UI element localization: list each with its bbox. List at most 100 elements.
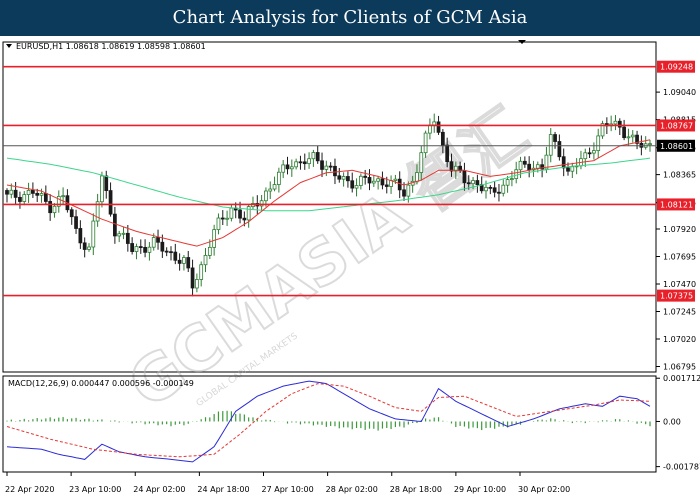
candle xyxy=(440,131,445,146)
macd-tick-label: 0.001712 xyxy=(663,374,700,383)
candle xyxy=(445,144,450,163)
candle xyxy=(268,188,273,192)
candle xyxy=(363,175,368,178)
candle xyxy=(557,141,562,158)
candle xyxy=(246,206,251,221)
candle xyxy=(281,164,286,173)
price-tick-label: 1.07695 xyxy=(663,253,696,262)
candle xyxy=(380,178,385,186)
macd-tick-label: 0.00 xyxy=(663,417,681,426)
candle xyxy=(108,190,113,215)
time-tick-label: 30 Apr 02:00 xyxy=(518,485,570,494)
candle xyxy=(82,242,87,250)
candle xyxy=(61,195,65,198)
candle xyxy=(415,172,419,182)
candle xyxy=(648,143,652,146)
candle xyxy=(74,216,78,229)
candle xyxy=(272,184,277,190)
candle xyxy=(436,121,441,133)
time-tick-label: 28 Apr 18:00 xyxy=(390,485,442,494)
level-tag-label: 1.08121 xyxy=(660,200,693,209)
candle xyxy=(324,165,329,170)
candle xyxy=(423,132,428,154)
candle xyxy=(13,189,18,198)
candle xyxy=(143,246,147,253)
candle xyxy=(35,192,40,196)
candle xyxy=(475,180,480,186)
time-tick-label: 27 Apr 10:00 xyxy=(262,485,314,494)
signal-line xyxy=(6,383,651,458)
time-tick-label: 24 Apr 02:00 xyxy=(133,485,185,494)
candle xyxy=(78,228,83,244)
candle xyxy=(397,178,402,191)
chart-area: GCMASIA 智汇GLOBAL CAPITAL MARKETS1.090401… xyxy=(2,40,700,494)
candle xyxy=(449,161,454,172)
macd-tick-label: -0.001787 xyxy=(663,463,700,472)
candle xyxy=(100,175,104,203)
macd-label: MACD(12,26,9) 0.000447 0.000596 -0.00014… xyxy=(8,379,194,388)
current-price-label: 1.08601 xyxy=(660,142,693,151)
price-tick-label: 1.07470 xyxy=(663,280,696,289)
candle xyxy=(307,158,311,165)
candle xyxy=(26,189,31,195)
candle xyxy=(522,160,527,165)
candle xyxy=(160,241,165,252)
candle xyxy=(48,201,53,214)
candle xyxy=(488,186,493,189)
candle xyxy=(505,179,510,186)
candle xyxy=(328,165,333,168)
price-tick-label: 1.07920 xyxy=(663,225,696,234)
candle xyxy=(186,257,191,269)
candle xyxy=(553,134,557,142)
time-tick-label: 23 Apr 10:00 xyxy=(69,485,121,494)
candle xyxy=(130,243,135,252)
candle xyxy=(199,264,204,280)
candle xyxy=(315,152,320,162)
candle xyxy=(151,237,156,248)
candle xyxy=(393,178,398,181)
candle xyxy=(510,178,514,181)
time-tick-label: 24 Apr 18:00 xyxy=(197,485,249,494)
candle xyxy=(419,152,424,173)
candle xyxy=(630,134,635,138)
macd-pane-frame xyxy=(2,375,657,473)
candle xyxy=(358,175,363,186)
candle xyxy=(302,161,307,165)
candle xyxy=(39,193,44,196)
candle xyxy=(462,170,467,184)
candle xyxy=(207,246,212,256)
candle xyxy=(501,184,506,194)
price-tick-label: 1.08365 xyxy=(663,171,696,180)
level-tag-label: 1.08767 xyxy=(660,121,693,130)
candle xyxy=(341,176,346,180)
candle xyxy=(484,186,488,192)
candle xyxy=(376,178,380,182)
candle xyxy=(264,190,268,202)
candle xyxy=(177,259,182,264)
candle xyxy=(596,135,601,151)
candle xyxy=(238,209,242,219)
candle xyxy=(212,229,217,248)
candle xyxy=(22,194,27,202)
candle xyxy=(561,156,566,169)
candle xyxy=(622,126,626,139)
candle xyxy=(52,205,57,214)
candle xyxy=(492,187,497,193)
candle xyxy=(9,189,14,195)
candle xyxy=(566,167,570,172)
candle xyxy=(104,175,109,191)
watermark-text: GCMASIA 智汇 xyxy=(115,94,540,422)
candle xyxy=(570,166,575,172)
candle xyxy=(384,184,389,187)
candle xyxy=(346,176,350,182)
symbol-label: EURUSD,H1 1.08618 1.08619 1.08598 1.0860… xyxy=(16,42,206,51)
candle xyxy=(169,251,173,254)
candle xyxy=(147,246,152,253)
banner-title: Chart Analysis for Clients of GCM Asia xyxy=(172,7,528,28)
candle xyxy=(466,182,471,185)
candle xyxy=(350,180,355,189)
candle xyxy=(225,217,229,220)
candle xyxy=(182,257,186,264)
candle xyxy=(298,161,303,164)
candle xyxy=(5,190,9,195)
